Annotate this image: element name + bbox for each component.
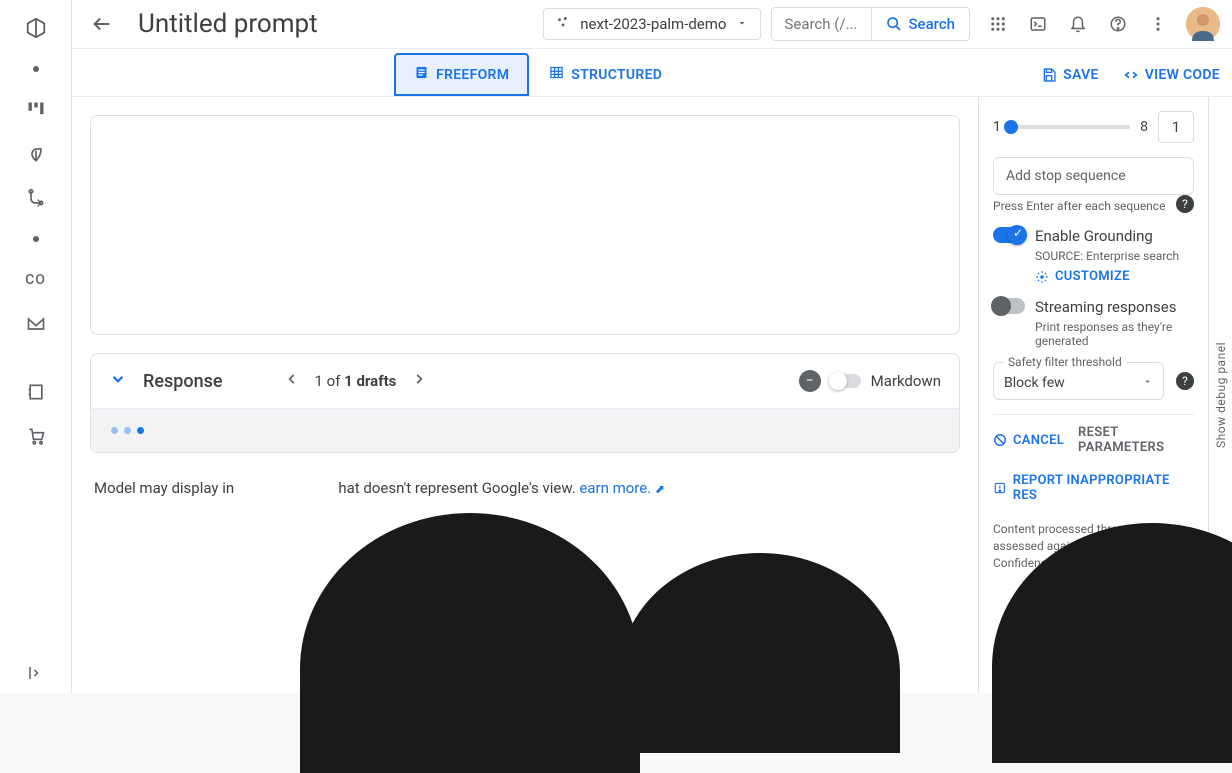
tab-freeform[interactable]: FREEFORM (394, 53, 529, 96)
envelope-icon[interactable] (16, 304, 56, 344)
view-code-button[interactable]: VIEW CODE (1123, 67, 1220, 83)
table-icon (549, 65, 564, 84)
nav-rail: CO (0, 0, 72, 693)
apps-grid-icon[interactable] (980, 6, 1016, 42)
more-icon[interactable] (1140, 6, 1176, 42)
cancel-button[interactable]: CANCEL (993, 425, 1064, 455)
mode-bar: FREEFORM STRUCTURED SAVE VIEW CODE (72, 49, 1232, 97)
toggle-switch[interactable] (831, 374, 861, 388)
markdown-toggle[interactable]: − Markdown (799, 370, 941, 392)
dashboard-icon[interactable] (16, 90, 56, 130)
candidate-count-value[interactable]: 1 (1158, 111, 1194, 143)
response-title: Response (143, 371, 223, 392)
grounding-toggle[interactable]: Enable Grounding SOURCE: Enterprise sear… (993, 227, 1194, 284)
response-loading (91, 408, 959, 452)
expand-rail-icon[interactable] (16, 653, 56, 693)
streaming-toggle[interactable]: Streaming responses Print responses as t… (993, 298, 1194, 348)
back-button[interactable] (84, 6, 120, 42)
terminal-icon[interactable] (1020, 6, 1056, 42)
document-icon (414, 65, 429, 84)
drafts-count: 1 of 1 drafts (315, 372, 397, 390)
colab-icon[interactable]: CO (16, 260, 56, 300)
product-logo-icon[interactable] (16, 8, 56, 48)
toggle-switch[interactable] (993, 298, 1025, 314)
deploy-icon[interactable] (16, 372, 56, 412)
slider-thumb[interactable] (1004, 120, 1018, 134)
loading-dots-icon (111, 427, 939, 434)
project-name: next-2023-palm-demo (580, 15, 726, 33)
search-input[interactable] (771, 7, 871, 41)
toggle-switch[interactable] (993, 227, 1025, 243)
cart-icon[interactable] (16, 416, 56, 456)
stop-sequence-hint: Press Enter after each sequence (993, 199, 1165, 213)
prompt-editor[interactable] (90, 115, 960, 335)
collapse-response-icon[interactable] (109, 370, 127, 392)
search-button[interactable]: Search (871, 7, 970, 41)
chevron-down-icon (736, 15, 748, 33)
branch-icon[interactable] (16, 178, 56, 218)
topbar: Untitled prompt next-2023-palm-demo Sear… (72, 0, 1232, 49)
rail-divider (33, 66, 39, 72)
learn-more-link[interactable]: earn more. ⬈ (579, 479, 665, 497)
help-icon[interactable]: ? (1176, 195, 1194, 213)
reset-parameters-button[interactable]: RESET PARAMETERS (1078, 425, 1194, 455)
candidate-count-slider[interactable]: 1 8 1 (993, 111, 1194, 143)
response-card: Response 1 of 1 drafts − (90, 353, 960, 453)
customize-grounding-button[interactable]: CUSTOMIZE (1035, 269, 1179, 284)
drafts-pager: 1 of 1 drafts (279, 368, 433, 394)
project-selector[interactable]: next-2023-palm-demo (543, 8, 761, 40)
external-link-icon: ⬈ (655, 482, 665, 496)
minus-circle-icon: − (799, 370, 821, 392)
rail-divider (33, 236, 39, 242)
tab-structured[interactable]: STRUCTURED (529, 53, 682, 96)
report-link[interactable]: REPORT INAPPROPRIATE RES (993, 473, 1194, 503)
search-box: Search (771, 7, 970, 41)
page-title: Untitled prompt (138, 9, 318, 39)
chevron-down-icon (1142, 375, 1153, 391)
next-draft-icon[interactable] (406, 368, 432, 394)
avatar[interactable] (1186, 7, 1220, 41)
prev-draft-icon[interactable] (279, 368, 305, 394)
help-icon[interactable] (1100, 6, 1136, 42)
disclaimer-text: Model may display in hat doesn't represe… (90, 471, 960, 505)
save-button[interactable]: SAVE (1041, 67, 1099, 83)
leaf-icon[interactable] (16, 134, 56, 174)
project-icon (556, 15, 570, 33)
notifications-icon[interactable] (1060, 6, 1096, 42)
stop-sequence-input[interactable]: Add stop sequence (993, 157, 1194, 195)
safety-filter-select[interactable]: Safety filter threshold Block few (993, 362, 1164, 400)
help-icon[interactable]: ? (1176, 372, 1194, 390)
